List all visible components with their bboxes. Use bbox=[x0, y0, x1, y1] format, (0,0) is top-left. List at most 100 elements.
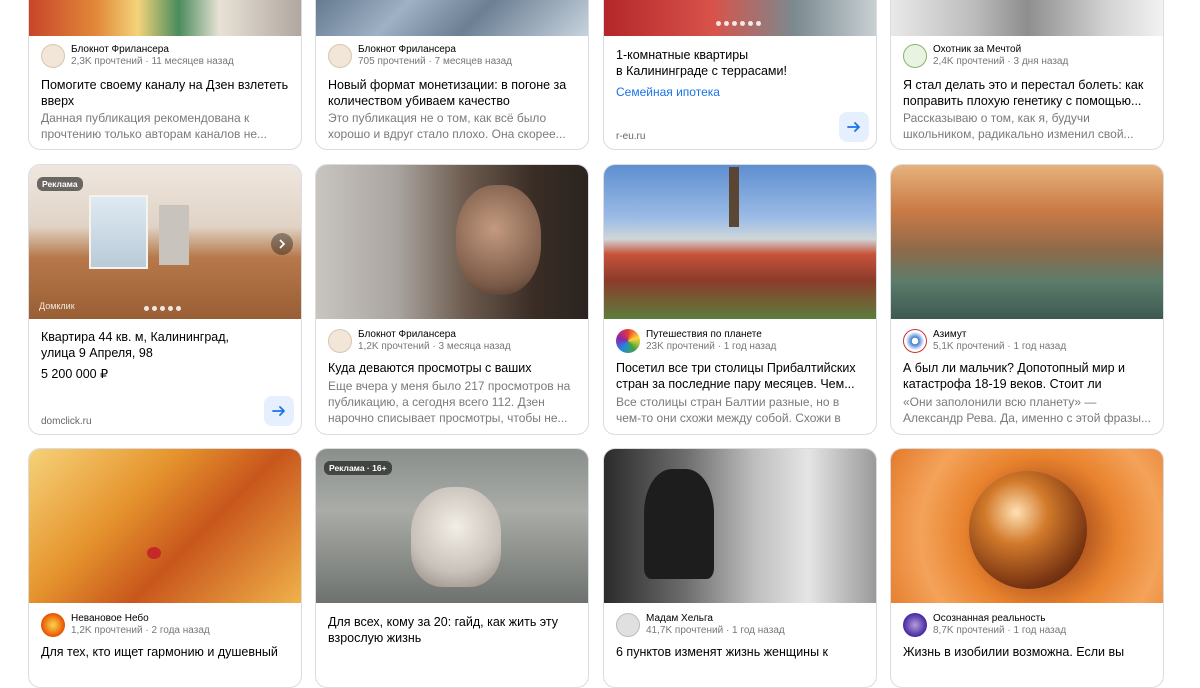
channel-avatar bbox=[616, 329, 640, 353]
channel-meta: 23K прочтений · 1 год назад bbox=[646, 341, 777, 352]
channel-name[interactable]: Мадам Хельга bbox=[646, 613, 785, 625]
card-title[interactable]: Я стал делать это и перестал болеть: как… bbox=[903, 77, 1151, 109]
feed-card-r1c4[interactable]: Охотник за Мечтой 2,4K прочтений · 3 дня… bbox=[890, 0, 1164, 150]
channel-info[interactable]: Азимут 5,1K прочтений · 1 год назад bbox=[903, 329, 1066, 353]
feed-card-r1c2[interactable]: Блокнот Фрилансера 705 прочтений · 7 мес… bbox=[315, 0, 589, 150]
card-title[interactable]: Жизнь в изобилии возможна. Если вы bbox=[903, 644, 1151, 676]
card-title[interactable]: Для тех, кто ищет гармонию и душевный bbox=[41, 644, 289, 676]
card-title[interactable]: А был ли мальчик? Допотопный мир и катас… bbox=[903, 360, 1151, 392]
channel-avatar bbox=[903, 329, 927, 353]
channel-avatar bbox=[41, 44, 65, 68]
feed-card-r3c4[interactable]: Осознанная реальность 8,7K прочтений · 1… bbox=[890, 448, 1164, 688]
channel-meta: 1,2K прочтений · 3 месяца назад bbox=[358, 341, 511, 352]
channel-name[interactable]: Невановое Небо bbox=[71, 613, 210, 625]
ad-title-line: улица 9 Апреля, 98 bbox=[41, 346, 153, 360]
card-thumbnail bbox=[604, 0, 876, 36]
watermark-logo: Домклик bbox=[39, 301, 75, 311]
channel-name[interactable]: Блокнот Фрилансера bbox=[358, 44, 512, 56]
ad-badge: Реклама bbox=[37, 177, 83, 191]
card-title[interactable]: Посетил все три столицы Прибалтийских ст… bbox=[616, 360, 864, 392]
feed-card-r3c1[interactable]: Невановое Небо 1,2K прочтений · 2 года н… bbox=[28, 448, 302, 688]
channel-name[interactable]: Осознанная реальность bbox=[933, 613, 1066, 625]
channel-info[interactable]: Блокнот Фрилансера 2,3K прочтений · 11 м… bbox=[41, 44, 234, 68]
feed-card-r2c4[interactable]: Азимут 5,1K прочтений · 1 год назад А бы… bbox=[890, 164, 1164, 435]
card-thumbnail bbox=[29, 449, 301, 603]
card-thumbnail bbox=[604, 449, 876, 603]
chevron-right-icon bbox=[279, 239, 286, 249]
channel-name[interactable]: Азимут bbox=[933, 329, 1066, 341]
card-thumbnail bbox=[29, 0, 301, 36]
card-title[interactable]: 6 пунктов изменят жизнь женщины к bbox=[616, 644, 864, 676]
orb-image bbox=[969, 471, 1087, 589]
channel-avatar bbox=[616, 613, 640, 637]
cat-image bbox=[411, 487, 501, 587]
channel-avatar bbox=[903, 44, 927, 68]
next-image-button[interactable] bbox=[271, 233, 293, 255]
channel-meta: 8,7K прочтений · 1 год назад bbox=[933, 625, 1067, 636]
channel-name[interactable]: Блокнот Фрилансера bbox=[358, 329, 511, 341]
open-ad-button[interactable] bbox=[264, 396, 294, 426]
card-thumbnail bbox=[891, 0, 1163, 36]
card-thumbnail bbox=[316, 165, 588, 319]
ad-domain: r-eu.ru bbox=[616, 131, 646, 142]
channel-avatar bbox=[903, 613, 927, 637]
card-snippet: «Они заполонили всю планету» — Александр… bbox=[903, 395, 1151, 425]
card-thumbnail bbox=[604, 165, 876, 319]
card-thumbnail: Реклама Домклик bbox=[29, 165, 301, 319]
window-image bbox=[89, 195, 148, 269]
channel-info[interactable]: Мадам Хельга 41,7K прочтений · 1 год наз… bbox=[616, 613, 785, 637]
ad-price: 5 200 000 ₽ bbox=[41, 367, 109, 381]
card-snippet: Еще вчера у меня было 217 просмотров на … bbox=[328, 379, 571, 425]
ad-title[interactable]: Квартира 44 кв. м, Калининград, улица 9 … bbox=[41, 329, 289, 363]
channel-name[interactable]: Путешествия по планете bbox=[646, 329, 776, 341]
portrait-image bbox=[456, 185, 541, 295]
shelf-image bbox=[159, 205, 189, 265]
channel-info[interactable]: Осознанная реальность 8,7K прочтений · 1… bbox=[903, 613, 1066, 637]
card-thumbnail bbox=[891, 449, 1163, 603]
channel-info[interactable]: Блокнот Фрилансера 1,2K прочтений · 3 ме… bbox=[328, 329, 511, 353]
channel-name[interactable]: Блокнот Фрилансера bbox=[71, 44, 234, 56]
card-snippet: Это публикация не о том, как всё было хо… bbox=[328, 111, 566, 141]
feed-card-r1c3-ad[interactable]: 1-комнатные квартиры в Калининграде с те… bbox=[603, 0, 877, 150]
feed-card-r3c2-ad[interactable]: Реклама · 16+ Для всех, кому за 20: гайд… bbox=[315, 448, 589, 688]
channel-avatar bbox=[41, 613, 65, 637]
woman-image bbox=[644, 469, 714, 579]
channel-meta: 2,4K прочтений · 3 дня назад bbox=[933, 56, 1069, 67]
channel-info[interactable]: Путешествия по планете 23K прочтений · 1… bbox=[616, 329, 776, 353]
channel-meta: 1,2K прочтений · 2 года назад bbox=[71, 625, 210, 636]
carousel-dots[interactable] bbox=[716, 21, 761, 26]
channel-info[interactable]: Охотник за Мечтой 2,4K прочтений · 3 дня… bbox=[903, 44, 1068, 68]
ad-title[interactable]: 1-комнатные квартиры в Калининграде с те… bbox=[616, 47, 864, 81]
feed-card-r2c1-ad[interactable]: Реклама Домклик Квартира 44 кв. м, Калин… bbox=[28, 164, 302, 435]
channel-name[interactable]: Охотник за Мечтой bbox=[933, 44, 1068, 56]
ad-link[interactable]: Семейная ипотека bbox=[616, 85, 720, 99]
channel-meta: 705 прочтений · 7 месяцев назад bbox=[358, 56, 513, 67]
channel-avatar bbox=[328, 44, 352, 68]
arrow-right-icon bbox=[272, 406, 285, 416]
ladybug-image bbox=[147, 547, 161, 559]
ad-title-line: Квартира 44 кв. м, Калининград, bbox=[41, 330, 229, 344]
card-thumbnail bbox=[891, 165, 1163, 319]
card-title[interactable]: Новый формат монетизации: в погоне за ко… bbox=[328, 77, 576, 109]
card-thumbnail bbox=[316, 0, 588, 36]
card-title[interactable]: Куда деваются просмотры с ваших каналов bbox=[328, 360, 576, 376]
channel-info[interactable]: Невановое Небо 1,2K прочтений · 2 года н… bbox=[41, 613, 210, 637]
card-title[interactable]: Для всех, кому за 20: гайд, как жить эту… bbox=[328, 614, 576, 648]
arrow-right-icon bbox=[847, 122, 860, 132]
channel-info[interactable]: Блокнот Фрилансера 705 прочтений · 7 мес… bbox=[328, 44, 512, 68]
feed-card-r3c3[interactable]: Мадам Хельга 41,7K прочтений · 1 год наз… bbox=[603, 448, 877, 688]
card-snippet: Все столицы стран Балтии разные, но в че… bbox=[616, 395, 841, 425]
ad-domain: domclick.ru bbox=[41, 416, 92, 427]
channel-meta: 2,3K прочтений · 11 месяцев назад bbox=[71, 56, 234, 67]
feed-card-r2c2[interactable]: Блокнот Фрилансера 1,2K прочтений · 3 ме… bbox=[315, 164, 589, 435]
carousel-dots[interactable] bbox=[144, 306, 181, 311]
feed-card-r1c1[interactable]: Блокнот Фрилансера 2,3K прочтений · 11 м… bbox=[28, 0, 302, 150]
channel-meta: 41,7K прочтений · 1 год назад bbox=[646, 625, 785, 636]
card-snippet: Данная публикация рекомендована к прочте… bbox=[41, 111, 268, 141]
card-title[interactable]: Помогите своему каналу на Дзен взлететь … bbox=[41, 77, 289, 109]
open-ad-button[interactable] bbox=[839, 112, 869, 142]
ad-badge: Реклама · 16+ bbox=[324, 461, 392, 475]
card-thumbnail: Реклама · 16+ bbox=[316, 449, 588, 603]
feed-card-r2c3[interactable]: Путешествия по планете 23K прочтений · 1… bbox=[603, 164, 877, 435]
ad-title-line: в Калининграде с террасами! bbox=[616, 64, 787, 78]
